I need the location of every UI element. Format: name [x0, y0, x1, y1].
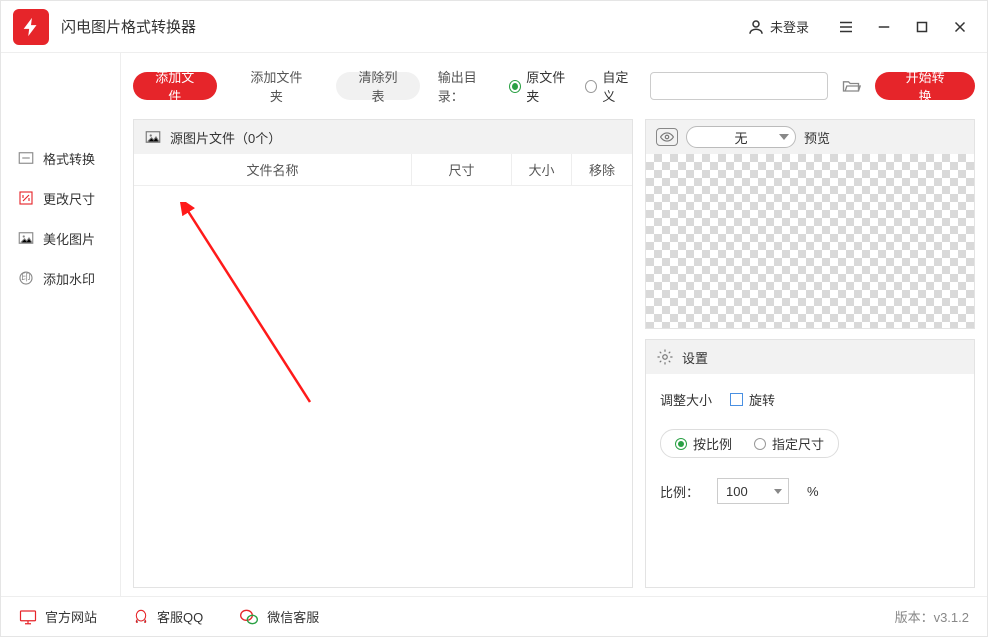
lightning-icon	[20, 16, 42, 38]
chevron-down-icon	[779, 134, 789, 140]
col-dimensions: 尺寸	[412, 154, 512, 185]
ratio-select[interactable]: 100	[717, 478, 789, 504]
radio-source-folder[interactable]: 原文件夹	[509, 67, 573, 105]
image-icon	[17, 229, 35, 247]
app-window: 闪电图片格式转换器 未登录 格式转换 更改尺寸 美化图片 印	[0, 0, 988, 637]
svg-text:印: 印	[21, 271, 31, 283]
statusbar: 官方网站 客服QQ 微信客服 版本：v3.1.2	[1, 596, 987, 636]
folder-open-icon	[840, 76, 862, 96]
wechat-icon	[239, 608, 259, 626]
sidebar-item-label: 添加水印	[43, 269, 95, 288]
resize-label: 调整大小	[660, 390, 712, 409]
close-button[interactable]	[941, 8, 979, 46]
content: 源图片文件（0个） 文件名称 尺寸 大小 移除	[133, 119, 975, 588]
monitor-icon	[19, 609, 37, 625]
maximize-icon	[913, 18, 931, 36]
menu-icon	[837, 18, 855, 36]
file-list-pane: 源图片文件（0个） 文件名称 尺寸 大小 移除	[133, 119, 633, 588]
start-convert-button[interactable]: 开始转换	[875, 72, 975, 100]
watermark-icon: 印	[17, 269, 35, 287]
gear-icon	[656, 348, 674, 366]
preview-box: 无 预览	[645, 119, 975, 329]
main: 添加文件 添加文件夹 清除列表 输出目录： 原文件夹 自定义 开始转换 源图片文…	[121, 53, 987, 596]
table-body[interactable]	[134, 186, 632, 587]
col-filename: 文件名称	[134, 154, 412, 185]
settings-header: 设置	[646, 340, 974, 374]
settings-title: 设置	[682, 348, 708, 367]
add-folder-button[interactable]: 添加文件夹	[229, 72, 325, 100]
titlebar: 闪电图片格式转换器 未登录	[1, 1, 987, 53]
output-dir-label: 输出目录：	[438, 67, 498, 105]
preview-select[interactable]: 无	[686, 126, 796, 148]
login-button[interactable]: 未登录	[747, 17, 809, 36]
sidebar: 格式转换 更改尺寸 美化图片 印 添加水印	[1, 53, 121, 596]
preview-header: 无 预览	[646, 120, 974, 154]
table-header: 文件名称 尺寸 大小 移除	[134, 154, 632, 186]
app-title: 闪电图片格式转换器	[61, 16, 196, 37]
ratio-unit: %	[807, 484, 819, 499]
rotate-checkbox[interactable]: 旋转	[730, 390, 775, 409]
annotation-arrow	[180, 202, 340, 422]
sidebar-item-format[interactable]: 格式转换	[1, 138, 120, 178]
sidebar-item-beautify[interactable]: 美化图片	[1, 218, 120, 258]
radio-custom-folder[interactable]: 自定义	[585, 67, 637, 105]
resize-mode-group: 按比例 指定尺寸	[660, 429, 839, 458]
app-logo	[13, 9, 49, 45]
ratio-label: 比例：	[660, 482, 699, 501]
output-path-input[interactable]	[650, 72, 828, 100]
col-remove: 移除	[572, 154, 632, 185]
sidebar-item-label: 美化图片	[43, 229, 95, 248]
chevron-down-icon	[774, 489, 782, 494]
close-icon	[951, 18, 969, 36]
qq-icon	[133, 608, 149, 626]
right-pane: 无 预览 设置 调整大小 旋转	[645, 119, 975, 588]
link-qq[interactable]: 客服QQ	[133, 607, 203, 626]
maximize-button[interactable]	[903, 8, 941, 46]
login-label: 未登录	[770, 17, 809, 36]
convert-icon	[17, 149, 35, 167]
body: 格式转换 更改尺寸 美化图片 印 添加水印 添加文件 添加文件夹 清除列表 输出…	[1, 53, 987, 596]
image-icon	[144, 128, 162, 146]
menu-button[interactable]	[827, 8, 865, 46]
link-wechat[interactable]: 微信客服	[239, 607, 319, 626]
toolbar: 添加文件 添加文件夹 清除列表 输出目录： 原文件夹 自定义 开始转换	[133, 67, 975, 105]
settings-box: 设置 调整大小 旋转 按比例 指定尺寸	[645, 339, 975, 588]
sidebar-item-label: 更改尺寸	[43, 189, 95, 208]
minimize-icon	[875, 18, 893, 36]
add-file-button[interactable]: 添加文件	[133, 72, 217, 100]
preview-canvas	[646, 154, 974, 328]
preview-label: 预览	[804, 128, 830, 147]
resize-icon	[17, 189, 35, 207]
minimize-button[interactable]	[865, 8, 903, 46]
version-label: 版本：v3.1.2	[895, 607, 969, 626]
link-website[interactable]: 官方网站	[19, 607, 97, 626]
eye-icon	[656, 128, 678, 146]
radio-by-size[interactable]: 指定尺寸	[754, 434, 824, 453]
sidebar-item-resize[interactable]: 更改尺寸	[1, 178, 120, 218]
sidebar-item-watermark[interactable]: 印 添加水印	[1, 258, 120, 298]
sidebar-item-label: 格式转换	[43, 149, 95, 168]
user-icon	[747, 18, 765, 36]
file-list-header: 源图片文件（0个）	[134, 120, 632, 154]
settings-body: 调整大小 旋转 按比例 指定尺寸 比例： 1	[646, 374, 974, 520]
radio-by-ratio[interactable]: 按比例	[675, 434, 732, 453]
col-size: 大小	[512, 154, 572, 185]
clear-list-button[interactable]: 清除列表	[336, 72, 420, 100]
browse-folder-button[interactable]	[840, 73, 864, 99]
file-list-title: 源图片文件（0个）	[170, 128, 281, 147]
